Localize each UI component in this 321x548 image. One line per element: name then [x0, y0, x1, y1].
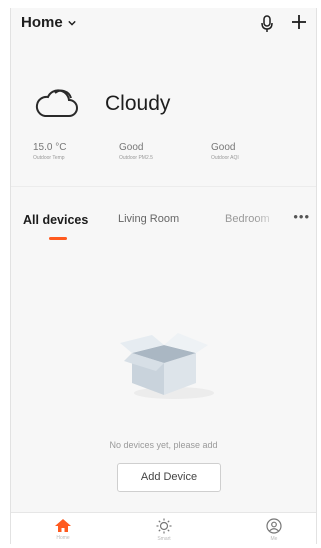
home-selector-label: Home [21, 14, 63, 31]
app-screen: Home Cloudy 15.0 °C Outdoor Temp Good Ou… [10, 8, 317, 544]
profile-icon [266, 518, 282, 534]
active-tab-indicator [49, 237, 67, 240]
nav-home-label: Home [56, 535, 70, 541]
plus-icon[interactable] [290, 13, 308, 31]
home-selector[interactable]: Home [21, 14, 76, 31]
outdoor-aqi-stat: Good Outdoor AQI [211, 142, 239, 161]
outdoor-pm25-label: Outdoor PM2.5 [119, 155, 153, 161]
weather-condition: Cloudy [105, 92, 171, 115]
nav-home[interactable]: Home [33, 518, 93, 541]
tab-all-devices[interactable]: All devices [23, 213, 88, 227]
chevron-down-icon [67, 20, 76, 26]
more-horizontal-icon[interactable]: ••• [293, 209, 310, 224]
empty-state-message: No devices yet, please add [109, 440, 218, 450]
room-tabs: All devices Living Room Bedroom ••• [11, 186, 316, 246]
home-icon [55, 519, 71, 532]
microphone-icon[interactable] [260, 15, 274, 33]
outdoor-temp-stat: 15.0 °C Outdoor Temp [33, 142, 66, 161]
tab-living-room[interactable]: Living Room [118, 213, 179, 225]
outdoor-pm25-stat: Good Outdoor PM2.5 [119, 142, 153, 161]
cloud-icon [35, 89, 78, 117]
outdoor-aqi-label: Outdoor AQI [211, 155, 239, 161]
scene-icon [156, 518, 172, 534]
app-header: Home [11, 8, 316, 40]
outdoor-aqi-value: Good [211, 142, 236, 153]
nav-me-label: Me [270, 536, 278, 542]
nav-smart[interactable]: Smart [134, 518, 194, 542]
outdoor-temp-value: 15.0 °C [33, 142, 67, 153]
outdoor-temp-label: Outdoor Temp [33, 155, 65, 161]
nav-me[interactable]: Me [244, 518, 304, 542]
weather-panel: Cloudy 15.0 °C Outdoor Temp Good Outdoor… [21, 86, 311, 176]
empty-box-icon [120, 333, 214, 399]
tab-overflow-fade [255, 207, 285, 231]
bottom-nav: Home Smart Me [11, 512, 316, 544]
nav-smart-label: Smart [157, 536, 171, 542]
outdoor-pm25-value: Good [119, 142, 144, 153]
add-device-button[interactable]: Add Device [117, 463, 221, 492]
